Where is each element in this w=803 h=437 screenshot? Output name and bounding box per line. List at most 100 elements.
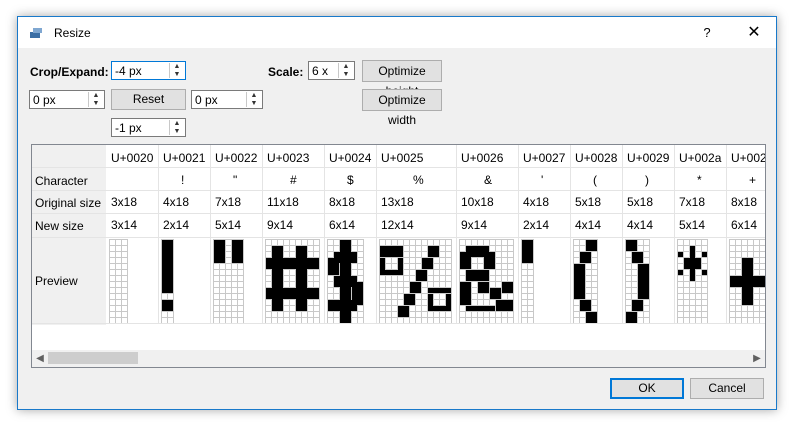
new-size-cell: 5x14 bbox=[679, 218, 706, 232]
glyph-preview-table[interactable]: Character Original size New size Preview… bbox=[31, 144, 766, 368]
spin-up-icon[interactable]: ▲ bbox=[170, 120, 184, 127]
glyph-pixel bbox=[632, 300, 643, 311]
glyph-pixel bbox=[162, 240, 173, 293]
resize-dialog: Resize ? ✕ Crop/Expand: -4 px ▲ ▼ 0 px ▲ ▼… bbox=[17, 16, 777, 410]
new-size-cell: 3x14 bbox=[111, 218, 138, 232]
glyph-column[interactable]: U+0027 ' 4x18 2x14 bbox=[519, 145, 571, 331]
new-size-cell: 12x14 bbox=[381, 218, 414, 232]
new-size-cell: 6x14 bbox=[731, 218, 758, 232]
glyph-pixel bbox=[214, 240, 225, 263]
original-size-cell: 8x18 bbox=[329, 195, 356, 209]
window-title: Resize bbox=[54, 26, 91, 40]
glyph-preview-grid bbox=[729, 239, 765, 324]
reset-button[interactable]: Reset bbox=[111, 89, 186, 110]
glyph-pixel bbox=[580, 252, 591, 263]
glyph-preview-grid bbox=[265, 239, 320, 324]
original-size-cell: 11x18 bbox=[267, 195, 299, 209]
glyph-pixel bbox=[162, 300, 173, 311]
character-cell: % bbox=[413, 173, 424, 187]
glyph-column[interactable]: U+002a * 7x18 5x14 bbox=[675, 145, 727, 331]
glyph-pixel bbox=[580, 300, 591, 311]
glyph-column[interactable]: U+0020 3x18 3x14 bbox=[107, 145, 159, 331]
glyph-column[interactable]: U+0022 " 7x18 5x14 bbox=[211, 145, 263, 331]
scale-label: Scale: bbox=[268, 65, 304, 79]
character-cell: $ bbox=[347, 173, 354, 187]
app-icon bbox=[30, 28, 42, 38]
codepoint-header: U+002b bbox=[731, 151, 765, 165]
row-header-new-size: New size bbox=[32, 216, 106, 236]
glyph-pixel bbox=[586, 312, 597, 323]
glyph-pixel bbox=[416, 270, 427, 281]
glyph-pixel bbox=[232, 240, 243, 263]
original-size-cell: 5x18 bbox=[627, 195, 654, 209]
character-cell: ! bbox=[181, 173, 185, 187]
codepoint-header: U+0025 bbox=[381, 151, 424, 165]
crop-bottom-spinbox[interactable]: -1 px ▲ ▼ bbox=[111, 118, 186, 137]
spin-down-icon[interactable]: ▼ bbox=[247, 100, 261, 107]
help-button[interactable]: ? bbox=[692, 17, 722, 48]
glyph-column[interactable]: U+0028 (5x18 4x14 bbox=[571, 145, 623, 331]
glyph-pixel bbox=[466, 270, 489, 281]
glyph-pixel bbox=[574, 264, 585, 299]
glyph-pixel bbox=[522, 240, 533, 263]
crop-left-value: 0 px bbox=[33, 93, 56, 107]
title-bar: Resize ? ✕ bbox=[18, 17, 776, 48]
close-button[interactable]: ✕ bbox=[732, 17, 776, 48]
glyph-column[interactable]: U+0029) 5x18 4x14 bbox=[623, 145, 675, 331]
spin-down-icon[interactable]: ▼ bbox=[339, 71, 353, 78]
codepoint-header: U+0022 bbox=[215, 151, 258, 165]
character-cell: & bbox=[484, 173, 493, 187]
glyph-pixel bbox=[460, 282, 471, 305]
glyph-column[interactable]: U+002b +8x18 6x14 bbox=[727, 145, 765, 331]
codepoint-header: U+0027 bbox=[523, 151, 566, 165]
spin-down-icon[interactable]: ▼ bbox=[170, 71, 184, 78]
scrollbar-thumb[interactable] bbox=[48, 352, 138, 364]
ok-button[interactable]: OK bbox=[610, 378, 684, 399]
new-size-cell: 9x14 bbox=[267, 218, 294, 232]
glyph-pixel bbox=[328, 258, 339, 275]
original-size-cell: 4x18 bbox=[163, 195, 190, 209]
glyph-pixel bbox=[496, 300, 513, 311]
spin-up-icon[interactable]: ▲ bbox=[339, 63, 353, 70]
row-header-preview: Preview bbox=[32, 271, 106, 291]
glyph-column[interactable]: U+0021! 4x18 2x14 bbox=[159, 145, 211, 331]
glyph-column[interactable]: U+0023 #11x18 9x14 bbox=[263, 145, 325, 331]
codepoint-header: U+0021 bbox=[163, 151, 206, 165]
character-cell: ( bbox=[593, 173, 597, 187]
spin-down-icon[interactable]: ▼ bbox=[89, 100, 103, 107]
glyph-pixel bbox=[684, 258, 701, 269]
glyph-pixel bbox=[428, 306, 451, 311]
glyph-column[interactable]: U+0024 $8x18 6x14 bbox=[325, 145, 377, 331]
new-size-cell: 6x14 bbox=[329, 218, 356, 232]
crop-left-spinbox[interactable]: 0 px ▲ ▼ bbox=[29, 90, 105, 109]
cancel-button[interactable]: Cancel bbox=[690, 378, 764, 399]
glyph-preview-grid bbox=[625, 239, 650, 324]
optimize-height-button[interactable]: Optimize height bbox=[362, 60, 442, 98]
new-size-cell: 5x14 bbox=[215, 218, 242, 232]
glyph-pixel bbox=[484, 252, 495, 269]
glyph-column[interactable]: U+0026 & 10x18 9x14 bbox=[457, 145, 519, 331]
glyph-column[interactable]: U+0025% 13x18 12x14 bbox=[377, 145, 457, 331]
glyph-pixel bbox=[380, 270, 403, 275]
glyph-pixel bbox=[428, 246, 439, 257]
spin-up-icon[interactable]: ▲ bbox=[247, 92, 261, 99]
spin-down-icon[interactable]: ▼ bbox=[170, 128, 184, 135]
codepoint-header: U+002a bbox=[679, 151, 722, 165]
glyph-pixel bbox=[272, 246, 283, 311]
original-size-cell: 7x18 bbox=[215, 195, 242, 209]
optimize-width-button[interactable]: Optimize width bbox=[362, 89, 442, 127]
scroll-left-icon[interactable]: ◀ bbox=[32, 350, 48, 367]
horizontal-scrollbar[interactable]: ◀ ▶ bbox=[32, 350, 765, 367]
crop-top-spinbox[interactable]: -4 px ▲ ▼ bbox=[111, 61, 186, 80]
glyph-pixel bbox=[502, 282, 513, 293]
scroll-right-icon[interactable]: ▶ bbox=[749, 350, 765, 367]
glyph-pixel bbox=[730, 276, 765, 287]
glyph-pixel bbox=[678, 252, 683, 257]
row-header-character: Character bbox=[32, 171, 106, 191]
spin-up-icon[interactable]: ▲ bbox=[89, 92, 103, 99]
crop-right-spinbox[interactable]: 0 px ▲ ▼ bbox=[191, 90, 263, 109]
new-size-cell: 9x14 bbox=[461, 218, 488, 232]
scale-spinbox[interactable]: 6 x ▲ ▼ bbox=[308, 61, 355, 80]
crop-expand-label: Crop/Expand: bbox=[30, 65, 109, 79]
spin-up-icon[interactable]: ▲ bbox=[170, 63, 184, 70]
